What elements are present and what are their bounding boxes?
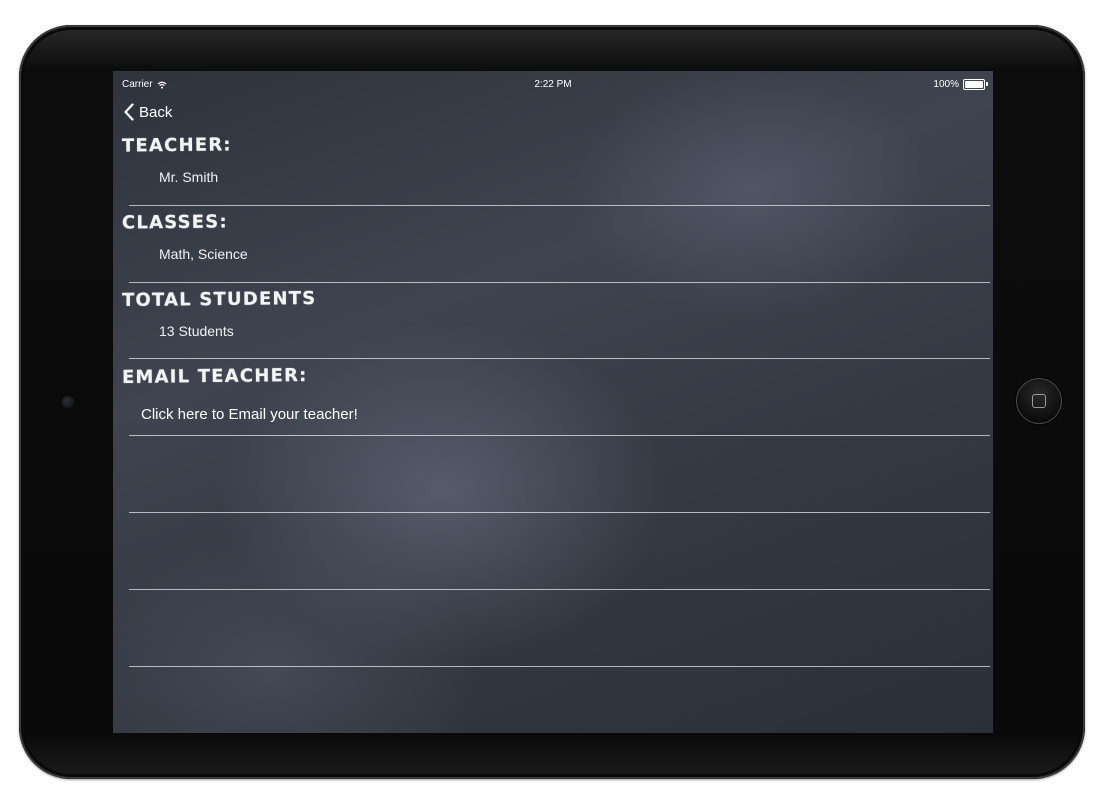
- teacher-name: Mr. Smith: [159, 169, 219, 185]
- classes-heading: CLASSES:: [121, 211, 228, 234]
- front-camera: [62, 396, 74, 408]
- divider-line: [129, 358, 990, 359]
- status-time: 2:22 PM: [534, 79, 572, 90]
- teacher-heading: TEACHER:: [121, 134, 232, 157]
- classes-value: Math, Science: [159, 246, 248, 262]
- chevron-left-icon: [124, 103, 134, 121]
- divider-line: [129, 589, 990, 590]
- divider-line: [129, 282, 990, 283]
- students-heading: TOTAL STUDENTS: [121, 287, 317, 312]
- email-heading: EMAIL TEACHER:: [121, 365, 308, 388]
- students-value: 13 Students: [159, 323, 234, 339]
- divider-line: [129, 205, 990, 206]
- status-bar: Carrier 2:22 PM 100%: [113, 71, 993, 97]
- back-label: Back: [139, 103, 173, 121]
- divider-line: [129, 512, 990, 513]
- home-button-icon: [1032, 394, 1046, 408]
- battery-percent: 100%: [933, 79, 959, 90]
- battery-fill: [965, 81, 983, 88]
- battery-tip: [986, 82, 988, 86]
- app-screen: Carrier 2:22 PM 100% Back TEACHER: Mr. S…: [113, 71, 993, 733]
- home-button[interactable]: [1016, 378, 1062, 424]
- email-teacher-link[interactable]: Click here to Email your teacher!: [141, 406, 358, 423]
- divider-line: [129, 666, 990, 667]
- battery-icon: [963, 79, 988, 90]
- back-button[interactable]: Back: [123, 101, 172, 123]
- divider-line: [129, 435, 990, 436]
- battery-indicator: 100%: [933, 79, 988, 90]
